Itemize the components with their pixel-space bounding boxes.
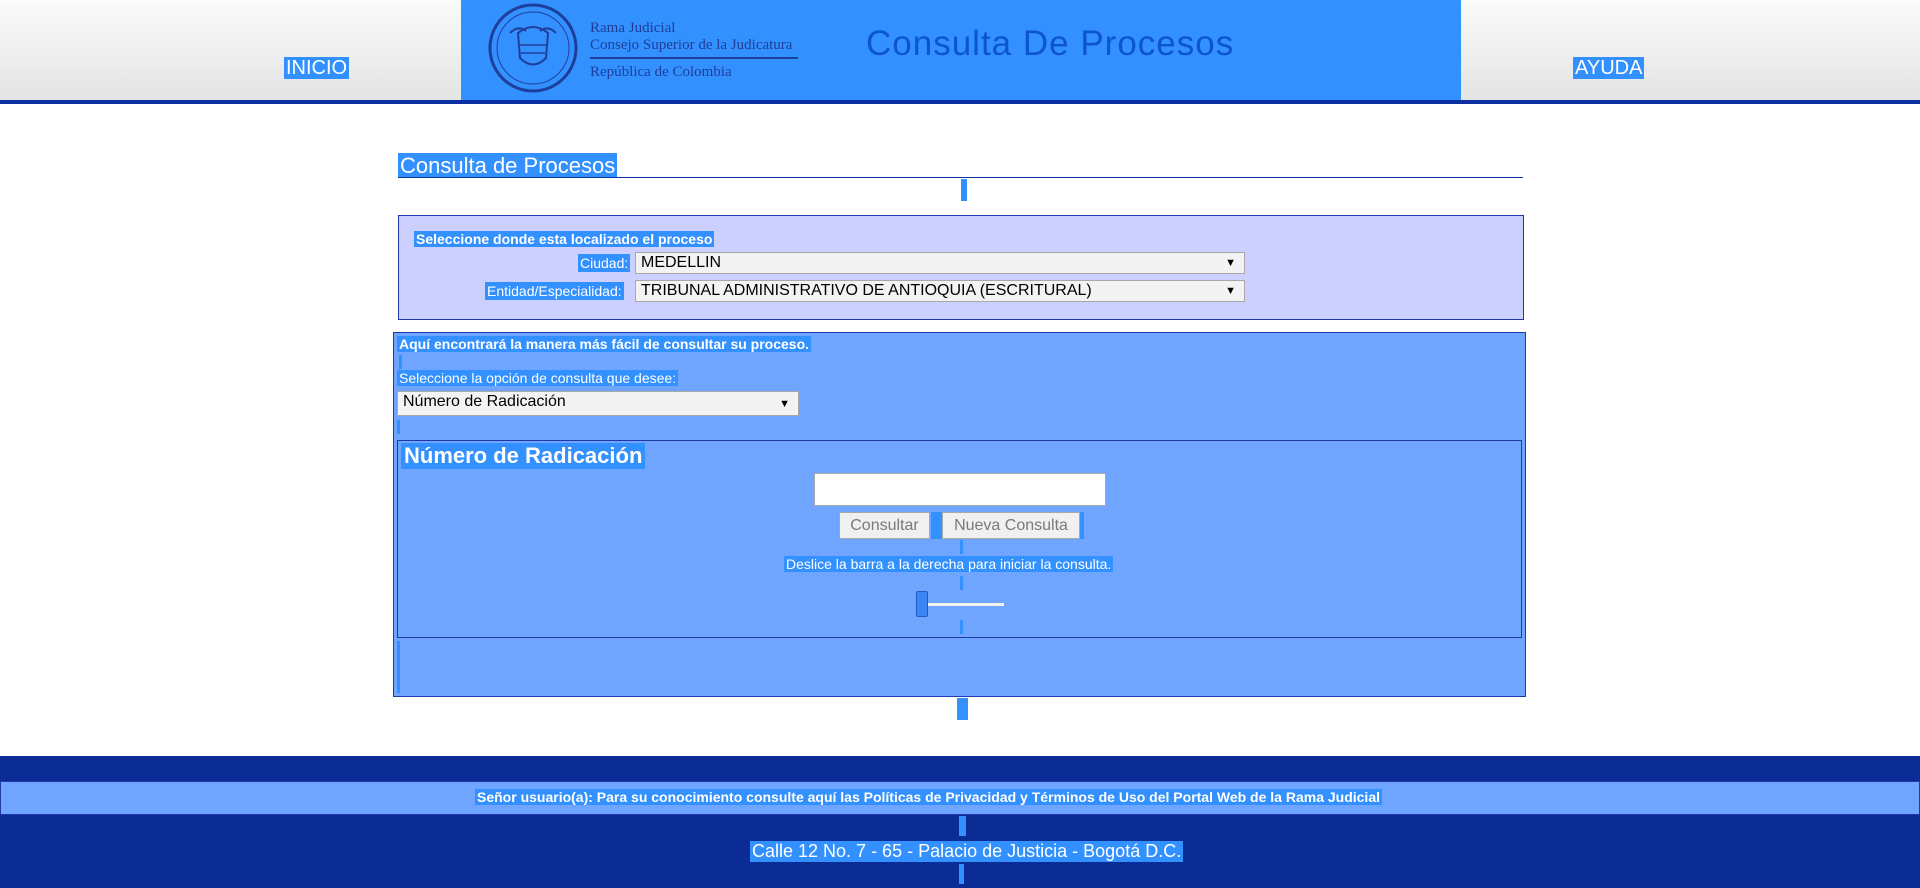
- slider-track[interactable]: [922, 603, 1004, 606]
- org-council: Consejo Superior de la Judicatura: [590, 37, 793, 53]
- radicacion-title: Número de Radicación: [401, 443, 646, 469]
- new-query-button[interactable]: Nueva Consulta: [942, 512, 1080, 539]
- slide-instruction: Deslice la barra a la derecha para inici…: [784, 556, 1114, 572]
- entity-select-value: TRIBUNAL ADMINISTRATIVO DE ANTIOQUIA (ES…: [641, 282, 1092, 299]
- chevron-down-icon: ▼: [1225, 285, 1236, 297]
- nav-link-ayuda[interactable]: AYUDA: [1573, 57, 1645, 79]
- selection-marker: [397, 420, 400, 434]
- entity-select[interactable]: TRIBUNAL ADMINISTRATIVO DE ANTIOQUIA (ES…: [635, 280, 1245, 302]
- query-option-value: Número de Radicación: [403, 393, 566, 410]
- city-select[interactable]: MEDELLIN ▼: [635, 252, 1245, 274]
- privacy-policy-link[interactable]: Señor usuario(a): Para su conocimiento c…: [475, 789, 1382, 805]
- coat-of-arms-icon: [488, 3, 578, 93]
- selection-marker: [961, 179, 967, 201]
- query-option-label: Seleccione la opción de consulta que des…: [397, 370, 679, 386]
- selection-marker: [957, 698, 968, 720]
- chevron-down-icon: ▼: [1225, 257, 1236, 269]
- radicacion-panel: [397, 440, 1522, 638]
- header-divider: [0, 100, 1920, 104]
- nav-link-inicio[interactable]: INICIO: [284, 57, 350, 79]
- selection-marker: [960, 576, 963, 590]
- consult-button[interactable]: Consultar: [839, 512, 930, 539]
- selection-marker: [960, 540, 963, 554]
- entity-label: Entidad/Especialidad:: [485, 282, 624, 300]
- radicacion-input[interactable]: [814, 473, 1106, 506]
- selection-marker: [397, 641, 400, 693]
- org-name: Rama Judicial: [590, 20, 676, 36]
- page-title: Consulta de Procesos: [398, 153, 618, 178]
- query-option-select[interactable]: Número de Radicación ▼: [397, 391, 799, 416]
- query-intro: Aquí encontrará la manera más fácil de c…: [397, 336, 812, 352]
- city-label: Ciudad:: [578, 254, 631, 272]
- selection-marker: [931, 512, 942, 539]
- slider-handle[interactable]: [916, 591, 928, 617]
- selection-marker: [399, 355, 402, 369]
- location-heading: Seleccione donde esta localizado el proc…: [414, 231, 715, 247]
- city-select-value: MEDELLIN: [641, 254, 722, 271]
- org-country: República de Colombia: [590, 64, 732, 80]
- org-divider: [590, 57, 798, 59]
- footer-address: Calle 12 No. 7 - 65 - Palacio de Justici…: [750, 841, 1184, 862]
- banner-title: Consulta De Procesos: [866, 24, 1235, 63]
- selection-marker: [960, 620, 963, 634]
- title-underline: [398, 177, 1523, 178]
- selection-marker: [1080, 512, 1084, 539]
- selection-marker: [959, 816, 966, 836]
- selection-marker: [959, 864, 964, 884]
- chevron-down-icon: ▼: [779, 398, 790, 410]
